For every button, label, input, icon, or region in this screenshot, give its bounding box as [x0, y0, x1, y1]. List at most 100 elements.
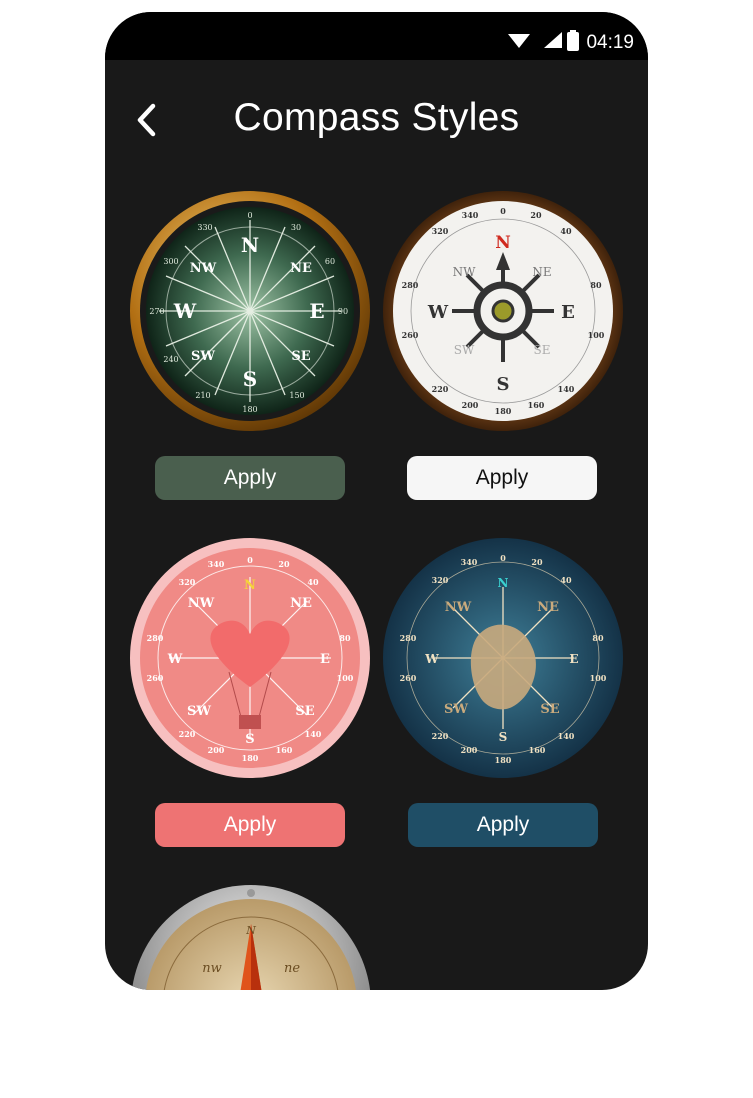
svg-text:100: 100 [337, 673, 354, 683]
svg-text:S: S [499, 730, 508, 744]
svg-text:NE: NE [290, 261, 312, 276]
svg-text:240: 240 [163, 355, 178, 364]
svg-text:140: 140 [305, 729, 322, 739]
svg-text:0: 0 [500, 206, 506, 216]
svg-text:260: 260 [400, 673, 417, 683]
svg-text:20: 20 [278, 559, 290, 569]
svg-text:160: 160 [529, 745, 546, 755]
compass-blue-preview[interactable]: N S E W NE NW SE SW 0 20 40 80 100 140 1… [382, 537, 624, 779]
svg-text:SE: SE [540, 702, 559, 717]
svg-text:E: E [309, 299, 324, 323]
svg-text:320: 320 [432, 575, 449, 585]
svg-text:SW: SW [444, 702, 468, 717]
svg-text:NW: NW [188, 596, 215, 611]
svg-text:140: 140 [558, 731, 575, 741]
svg-text:200: 200 [208, 745, 225, 755]
svg-text:NE: NE [290, 596, 312, 611]
svg-text:300: 300 [163, 257, 178, 266]
svg-text:180: 180 [495, 755, 512, 765]
svg-text:100: 100 [588, 330, 605, 340]
svg-text:NW: NW [445, 600, 472, 615]
compass-brass-preview[interactable]: N nw ne [130, 884, 372, 990]
svg-text:260: 260 [402, 330, 419, 340]
svg-text:160: 160 [528, 400, 545, 410]
svg-text:ne: ne [284, 961, 300, 976]
svg-text:180: 180 [495, 406, 512, 416]
svg-text:W: W [173, 299, 197, 323]
app-bar: Compass Styles [105, 60, 648, 170]
svg-text:320: 320 [432, 226, 449, 236]
apply-button-pink[interactable]: Apply [155, 803, 345, 847]
signal-icon [544, 32, 562, 48]
svg-text:200: 200 [461, 745, 478, 755]
svg-text:0: 0 [500, 553, 506, 563]
svg-text:90: 90 [338, 307, 348, 316]
svg-text:N: N [495, 233, 511, 253]
svg-text:280: 280 [402, 280, 419, 290]
svg-text:260: 260 [147, 673, 164, 683]
svg-text:80: 80 [590, 280, 602, 290]
svg-text:W: W [167, 652, 183, 667]
svg-text:100: 100 [590, 673, 607, 683]
svg-text:280: 280 [147, 633, 164, 643]
svg-text:20: 20 [531, 557, 543, 567]
status-bar: 04:19 [105, 12, 648, 60]
svg-text:40: 40 [560, 226, 572, 236]
svg-text:NW: NW [190, 261, 217, 276]
svg-text:S: S [245, 732, 254, 747]
status-time: 04:19 [586, 32, 634, 53]
svg-text:SW: SW [454, 343, 475, 357]
svg-text:E: E [561, 302, 575, 323]
svg-text:N: N [498, 576, 509, 590]
svg-text:E: E [569, 652, 578, 666]
svg-text:220: 220 [179, 729, 196, 739]
svg-text:SW: SW [191, 349, 215, 364]
compass-green-preview[interactable]: N S E W NE NW SE SW 0 30 60 90 150 180 2… [129, 190, 371, 432]
svg-text:S: S [243, 367, 257, 391]
status-icons [508, 30, 568, 57]
battery-icon [567, 30, 579, 51]
svg-text:N: N [241, 233, 259, 257]
svg-text:0: 0 [247, 555, 253, 565]
apply-button-white[interactable]: Apply [407, 456, 597, 500]
svg-text:330: 330 [197, 223, 212, 232]
page-title: Compass Styles [233, 96, 520, 139]
svg-text:200: 200 [462, 400, 479, 410]
svg-text:340: 340 [462, 210, 479, 220]
apply-button-blue[interactable]: Apply [408, 803, 598, 847]
svg-text:150: 150 [289, 391, 304, 400]
svg-text:80: 80 [592, 633, 604, 643]
svg-text:nw: nw [202, 961, 222, 976]
svg-text:SE: SE [291, 349, 310, 364]
svg-text:S: S [497, 374, 510, 395]
svg-text:NW: NW [453, 265, 477, 279]
svg-text:180: 180 [242, 405, 257, 414]
apply-button-green[interactable]: Apply [155, 456, 345, 500]
svg-text:220: 220 [432, 384, 449, 394]
svg-text:W: W [427, 302, 449, 323]
svg-text:NE: NE [537, 600, 559, 615]
svg-text:280: 280 [400, 633, 417, 643]
svg-text:60: 60 [325, 257, 335, 266]
svg-text:N: N [244, 578, 256, 593]
svg-text:40: 40 [307, 577, 319, 587]
svg-text:SE: SE [534, 343, 551, 357]
compass-white-preview[interactable]: N S E W NE NW SE SW 0 20 40 80 100 140 1… [382, 190, 624, 432]
svg-text:270: 270 [149, 307, 164, 316]
wifi-icon [508, 34, 530, 48]
compass-pink-preview[interactable]: N S E W NE NW SE SW 0 20 40 80 100 140 1… [129, 537, 371, 779]
svg-text:140: 140 [558, 384, 575, 394]
svg-text:W: W [424, 652, 439, 666]
svg-text:NE: NE [532, 265, 551, 279]
svg-text:220: 220 [432, 731, 449, 741]
svg-text:30: 30 [291, 223, 301, 232]
svg-text:210: 210 [195, 391, 210, 400]
svg-text:20: 20 [530, 210, 542, 220]
svg-text:SE: SE [295, 704, 314, 719]
svg-text:160: 160 [276, 745, 293, 755]
svg-text:80: 80 [339, 633, 351, 643]
svg-text:0: 0 [247, 211, 252, 220]
svg-text:180: 180 [242, 753, 259, 763]
svg-text:40: 40 [560, 575, 572, 585]
phone-screen: 04:19 Compass Styles N S E W NE NW SE SW… [105, 12, 648, 990]
